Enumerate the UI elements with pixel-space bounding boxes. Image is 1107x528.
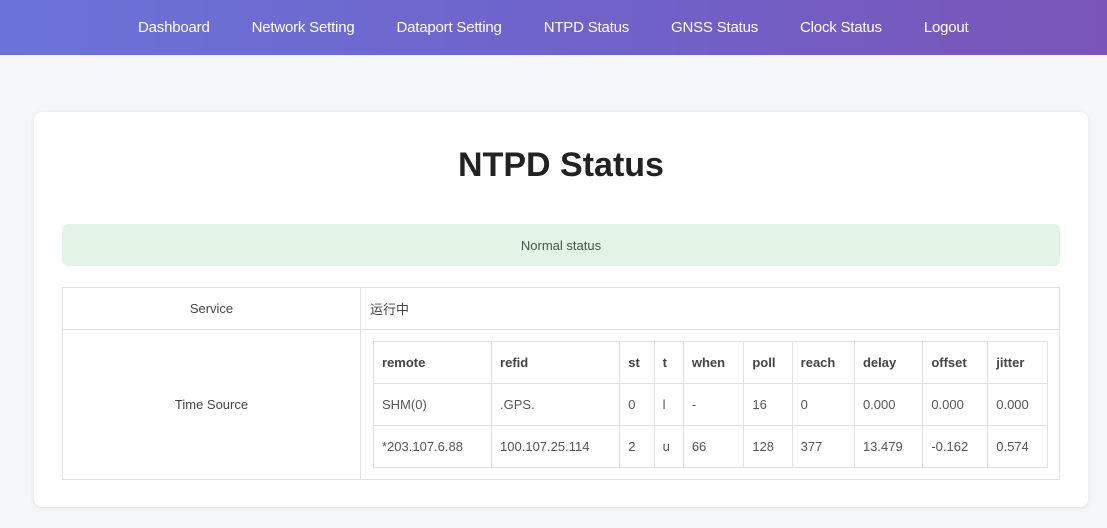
cell-jitter: 0.000	[987, 382, 1048, 426]
cell-reach: 377	[791, 424, 855, 468]
ntpd-info-table: Service 运行中 Time Source remote refid st …	[62, 287, 1060, 480]
col-header-remote: remote	[372, 340, 493, 384]
col-header-st: st	[619, 340, 655, 384]
nav-logout[interactable]: Logout	[924, 19, 969, 36]
table-row: SHM(0) .GPS. 0 l - 16 0 0.000 0.000 0.00…	[372, 382, 1048, 426]
col-header-refid: refid	[491, 340, 621, 384]
cell-when: -	[682, 382, 745, 426]
page-title: NTPD Status	[458, 146, 664, 184]
cell-reach: 0	[791, 382, 855, 426]
status-banner: Normal status	[62, 224, 1060, 266]
time-source-label: Time Source	[62, 329, 361, 480]
cell-when: 66	[682, 424, 745, 468]
cell-delay: 0.000	[853, 382, 924, 426]
col-header-t: t	[653, 340, 684, 384]
cell-poll: 128	[743, 424, 793, 468]
nav-ntpd-status[interactable]: NTPD Status	[544, 19, 630, 36]
cell-t: u	[653, 424, 684, 468]
peers-header-row: remote refid st t when poll reach delay …	[372, 340, 1048, 384]
col-header-jitter: jitter	[987, 340, 1048, 384]
col-header-delay: delay	[853, 340, 924, 384]
nav-gnss-status[interactable]: GNSS Status	[671, 19, 758, 36]
peers-table: remote refid st t when poll reach delay …	[372, 340, 1048, 468]
time-source-cell: remote refid st t when poll reach delay …	[360, 329, 1060, 480]
cell-offset: -0.162	[922, 424, 989, 468]
cell-st: 0	[619, 382, 655, 426]
table-row: *203.107.6.88 100.107.25.114 2 u 66 128 …	[372, 424, 1048, 468]
col-header-reach: reach	[791, 340, 855, 384]
service-value: 运行中	[360, 287, 1060, 330]
status-message: Normal status	[520, 237, 602, 253]
time-source-row: Time Source remote refid st t when poll …	[62, 329, 1060, 480]
cell-jitter: 0.574	[987, 424, 1048, 468]
cell-refid: 100.107.25.114	[491, 424, 621, 468]
cell-poll: 16	[743, 382, 793, 426]
top-navbar: Dashboard Network Setting Dataport Setti…	[0, 0, 1107, 55]
nav-dataport-setting[interactable]: Dataport Setting	[396, 19, 501, 36]
col-header-when: when	[682, 340, 745, 384]
cell-offset: 0.000	[922, 382, 989, 426]
cell-refid: .GPS.	[491, 382, 621, 426]
cell-remote: *203.107.6.88	[372, 424, 493, 468]
cell-delay: 13.479	[853, 424, 924, 468]
nav-clock-status[interactable]: Clock Status	[800, 19, 882, 36]
nav-dashboard[interactable]: Dashboard	[138, 19, 210, 36]
col-header-poll: poll	[743, 340, 793, 384]
cell-t: l	[653, 382, 684, 426]
cell-remote: SHM(0)	[372, 382, 493, 426]
service-row: Service 运行中	[62, 287, 1060, 330]
service-label: Service	[62, 287, 361, 330]
nav-network-setting[interactable]: Network Setting	[252, 19, 355, 36]
col-header-offset: offset	[922, 340, 989, 384]
cell-st: 2	[619, 424, 655, 468]
